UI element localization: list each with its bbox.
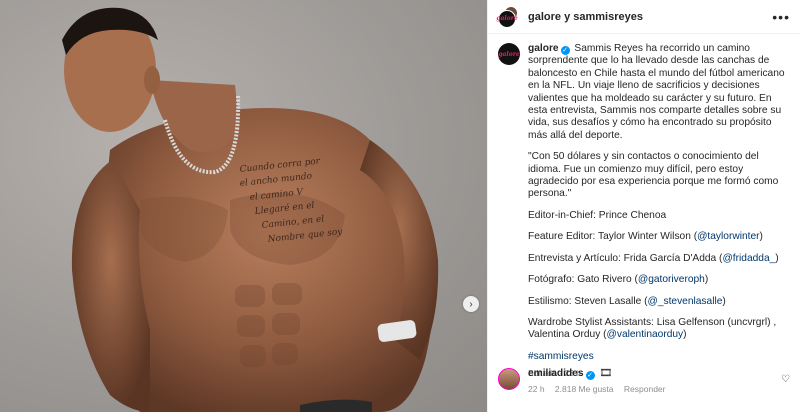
mention-link[interactable]: @fridadda_ xyxy=(722,253,775,264)
avatar[interactable]: galore xyxy=(498,43,520,65)
credit-label: Estilismo: Steven Lasalle ( xyxy=(528,295,648,307)
avatar[interactable] xyxy=(498,368,520,390)
caption-intro: Sammis Reyes ha recorrido un camino sorp… xyxy=(528,43,785,141)
credit-line: Fotógrafo: Gato Rivero (@gatoriveroph) xyxy=(528,274,788,286)
chevron-right-icon[interactable]: › xyxy=(463,296,479,312)
comment-likes[interactable]: 2.818 Me gusta xyxy=(555,384,614,394)
more-horizontal-icon[interactable]: ••• xyxy=(772,9,790,25)
mention-link[interactable]: @valentinaorduy xyxy=(607,329,684,340)
credit-line: Estilismo: Steven Lasalle (@_stevenlasal… xyxy=(528,296,788,308)
comment-emoji: 🎞 xyxy=(599,368,613,379)
caption-quote: "Con 50 dólares y sin contactos o conoci… xyxy=(528,151,779,200)
caption-body: galore ✓ Sammis Reyes ha recorrido un cam… xyxy=(528,43,788,380)
comment-time: 22 h xyxy=(528,384,545,394)
post-header: galore galore y sammisreyes ••• xyxy=(488,0,800,34)
post-image[interactable]: Cuando corra por el ancho mundo el camin… xyxy=(0,0,487,412)
credit-tail: ) xyxy=(759,231,763,243)
credit-tail: ) xyxy=(775,252,779,264)
collab-avatars[interactable]: galore xyxy=(496,5,520,28)
comment-text: emiliadides ✓ 🎞 xyxy=(528,368,674,380)
comment: emiliadides ✓ 🎞 22 h 2.818 Me gusta Respo… xyxy=(498,368,790,394)
mention-link[interactable]: @gatoriveroph xyxy=(638,274,705,285)
credit-tail: ) xyxy=(722,295,726,307)
credit-line: Wardrobe Stylist Assistants: Lisa Gelfen… xyxy=(528,317,788,342)
photo-illustration: Cuando corra por el ancho mundo el camin… xyxy=(62,7,439,412)
galore-logo-icon: galore xyxy=(498,50,520,58)
post-author[interactable]: galore y sammisreyes xyxy=(528,11,643,23)
comment-meta: 22 h 2.818 Me gusta Responder xyxy=(528,384,674,394)
credit-label: Entrevista y Artículo: Frida García D'Ad… xyxy=(528,252,723,264)
caption-username[interactable]: galore xyxy=(528,43,559,54)
reply-button[interactable]: Responder xyxy=(624,384,666,394)
credit-line: Entrevista y Artículo: Frida García D'Ad… xyxy=(528,253,788,265)
credit-tail: ) xyxy=(704,274,709,286)
post-panel: galore galore y sammisreyes ••• galore g… xyxy=(488,0,800,412)
credit-tail: ) xyxy=(683,329,687,341)
credit-label: Fotógrafo: Gato Rivero ( xyxy=(528,274,638,286)
hashtag-link[interactable]: #sammisreyes xyxy=(528,351,594,362)
galore-logo-icon: galore xyxy=(496,15,518,22)
avatar: galore xyxy=(496,9,518,28)
credit-line: Editor-in-Chief: Prince Chenoa xyxy=(528,210,788,222)
credit-line: Feature Editor: Taylor Winter Wilson (@t… xyxy=(528,231,788,243)
credit-label: Feature Editor: Taylor Winter Wilson ( xyxy=(528,231,698,243)
post-dialog: Cuando corra por el ancho mundo el camin… xyxy=(0,0,800,412)
heart-icon[interactable]: ♡ xyxy=(781,374,790,385)
mention-link[interactable]: @_stevenlasalle xyxy=(647,296,722,307)
verified-icon: ✓ xyxy=(560,46,570,55)
mention-link[interactable]: @taylorwinter xyxy=(697,231,759,242)
credit-label: Editor-in-Chief: Prince Chenoa xyxy=(528,209,667,221)
caption: galore galore ✓ Sammis Reyes ha recorrido… xyxy=(498,43,788,380)
comment-username[interactable]: emiliadides xyxy=(528,368,584,379)
verified-icon: ✓ xyxy=(585,371,595,380)
